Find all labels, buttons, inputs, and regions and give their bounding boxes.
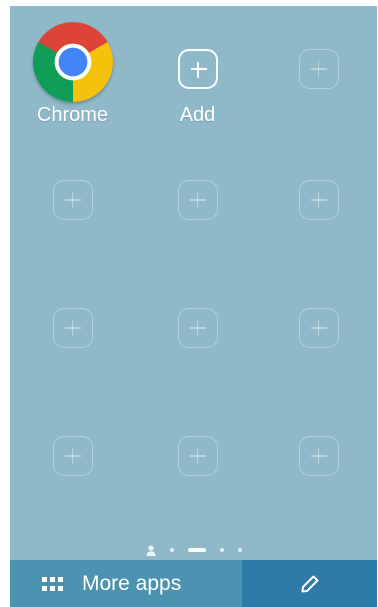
bottom-bar: More apps: [10, 560, 377, 607]
empty-slot[interactable]: [10, 402, 135, 528]
add-icon: [177, 49, 218, 89]
empty-slot[interactable]: [10, 274, 135, 402]
page-dot-active: [187, 548, 206, 552]
plus-slot-icon: [298, 180, 339, 220]
app-label-add: Add: [179, 104, 216, 126]
plus-slot-icon: [177, 308, 218, 348]
app-label-chrome: Chrome: [36, 104, 109, 126]
plus-slot-icon: [298, 49, 339, 89]
plus-slot-icon: [52, 180, 93, 220]
empty-slot[interactable]: [260, 18, 377, 146]
plus-slot-icon: [298, 308, 339, 348]
app-add[interactable]: Add: [135, 18, 260, 146]
empty-slot[interactable]: [260, 274, 377, 402]
page-dot: [237, 548, 242, 552]
empty-slot[interactable]: [135, 274, 260, 402]
empty-slot[interactable]: [135, 402, 260, 528]
app-grid-icon: [42, 576, 63, 591]
plus-slot-icon: [177, 180, 218, 220]
empty-slot[interactable]: [260, 146, 377, 274]
page-dot: [169, 548, 174, 552]
empty-slot[interactable]: [135, 146, 260, 274]
app-grid: Chrome Add: [10, 18, 377, 528]
page-indicator[interactable]: [10, 544, 377, 556]
edit-button[interactable]: [242, 560, 377, 607]
plus-slot-icon: [52, 308, 93, 348]
more-apps-label: More apps: [82, 571, 182, 595]
plus-slot-icon: [298, 436, 339, 476]
home-screen: Chrome Add More apps: [10, 6, 377, 607]
page-dot: [219, 548, 224, 552]
plus-slot-icon: [52, 436, 93, 476]
chrome-icon: [32, 22, 113, 102]
user-page-icon: [146, 544, 155, 556]
app-chrome[interactable]: Chrome: [10, 18, 135, 146]
pencil-icon: [301, 575, 318, 592]
more-apps-button[interactable]: More apps: [10, 560, 242, 607]
empty-slot[interactable]: [260, 402, 377, 528]
empty-slot[interactable]: [10, 146, 135, 274]
plus-slot-icon: [177, 436, 218, 476]
